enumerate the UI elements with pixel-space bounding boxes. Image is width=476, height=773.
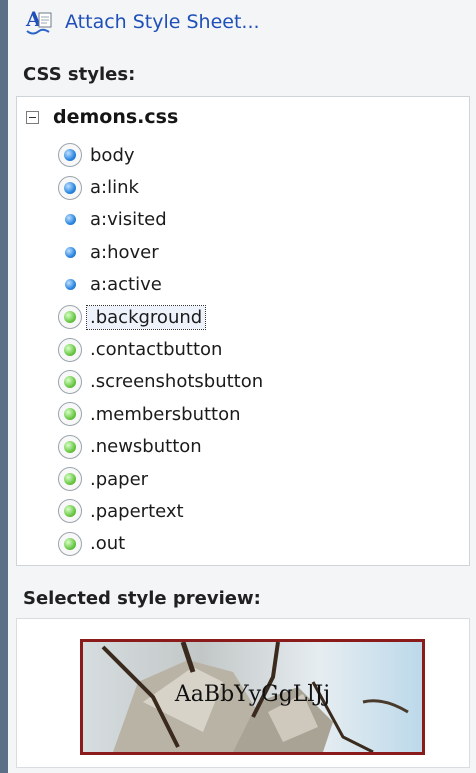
style-rule-label: body [90,144,135,166]
style-rule-label: a:hover [90,241,159,263]
style-rule-a-active[interactable]: a:active [55,269,266,301]
style-preview-area: AaBbYyGgLlJj [16,618,470,768]
style-rule-a-link[interactable]: a:link [55,171,266,203]
css-styles-heading: CSS styles: [23,64,136,85]
style-rule-newsbutton[interactable]: .newsbutton [55,431,266,463]
css-styles-tree: demons.css body a:link a:visited a:hover [16,96,470,566]
class-rule-used-icon [55,529,85,559]
style-rule-label: a:visited [90,209,167,231]
class-rule-used-icon [55,367,85,397]
style-rule-label: .out [90,533,126,555]
style-rule-label: .papertext [90,500,184,522]
style-rule-paper[interactable]: .paper [55,463,266,495]
manage-styles-panel: A Attach Style Sheet... CSS styles: demo… [8,0,476,773]
style-rule-membersbutton[interactable]: .membersbutton [55,398,266,430]
style-rule-body[interactable]: body [55,139,266,171]
style-rule-label: a:active [90,274,162,296]
style-rule-label: .paper [90,468,149,490]
attach-style-sheet-label: Attach Style Sheet... [65,11,260,33]
style-rule-out[interactable]: .out [55,528,266,560]
style-rule-label: a:link [90,177,139,199]
style-rule-contactbutton[interactable]: .contactbutton [55,333,266,365]
element-rule-icon [55,270,85,300]
collapse-icon[interactable] [26,110,39,124]
style-rule-label-selected: .background [85,304,207,330]
selected-style-preview-heading: Selected style preview: [23,588,261,609]
style-rule-list: body a:link a:visited a:hover a:active .… [55,139,266,560]
class-rule-used-icon [55,335,85,365]
preview-sample-text: AaBbYyGgLlJj [174,682,331,707]
stylesheet-node-demons-css[interactable]: demons.css [26,103,178,131]
class-rule-used-icon [55,302,85,332]
class-rule-used-icon [55,464,85,494]
stylesheet-name: demons.css [53,106,179,128]
style-rule-a-hover[interactable]: a:hover [55,236,266,268]
element-rule-used-icon [55,140,85,170]
window-edge [0,0,8,773]
class-rule-used-icon [55,432,85,462]
style-rule-label: .contactbutton [90,339,223,361]
element-rule-used-icon [55,173,85,203]
style-preview-sample: AaBbYyGgLlJj [80,639,425,755]
attach-style-sheet-link[interactable]: A Attach Style Sheet... [23,6,260,38]
style-rule-background[interactable]: .background [55,301,266,333]
style-rule-a-visited[interactable]: a:visited [55,204,266,236]
style-rule-screenshotsbutton[interactable]: .screenshotsbutton [55,366,266,398]
attach-style-sheet-icon: A [23,6,55,38]
element-rule-icon [55,205,85,235]
style-rule-label: .newsbutton [90,436,202,458]
style-rule-papertext[interactable]: .papertext [55,495,266,527]
class-rule-used-icon [55,496,85,526]
element-rule-icon [55,237,85,267]
class-rule-used-icon [55,399,85,429]
style-rule-label: .screenshotsbutton [90,371,264,393]
style-rule-label: .membersbutton [90,403,241,425]
